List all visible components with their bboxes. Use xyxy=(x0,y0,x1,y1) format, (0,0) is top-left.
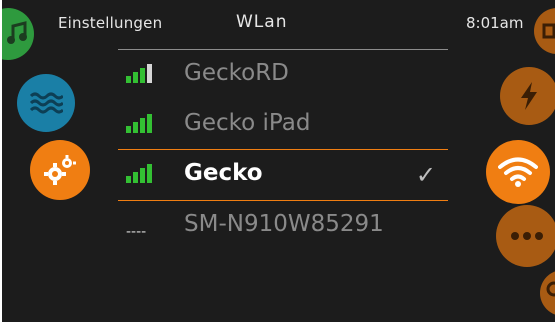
network-ssid: GeckoRD xyxy=(184,60,289,86)
wifi-nav-button[interactable] xyxy=(486,140,550,204)
wifi-icon xyxy=(498,157,538,187)
more-nav-button[interactable] xyxy=(496,205,558,267)
list-divider xyxy=(118,49,448,50)
settings-nav-button[interactable] xyxy=(30,140,90,200)
network-ssid: SM-N910W85291 xyxy=(184,211,384,237)
network-ssid: Gecko iPad xyxy=(184,110,311,136)
settings-breadcrumb[interactable]: Einstellungen xyxy=(58,14,162,32)
music-nav-button[interactable] xyxy=(0,8,34,60)
network-ssid: Gecko xyxy=(184,160,263,186)
selected-row-top-border xyxy=(118,149,448,150)
gears-icon xyxy=(44,155,76,185)
no-signal-indicator: ---- xyxy=(126,224,147,240)
selected-row-bottom-border xyxy=(118,200,448,201)
clock: 8:01am xyxy=(466,14,524,32)
signal-strength-icon xyxy=(126,64,152,83)
network-row-geckord[interactable]: GeckoRD xyxy=(118,51,448,99)
frame-edge-left xyxy=(0,0,2,322)
water-nav-button[interactable] xyxy=(17,74,75,132)
wlan-settings-screen: Einstellungen WLan 8:01am GeckoRD Gecko … xyxy=(0,0,558,322)
music-icon xyxy=(7,21,27,44)
page-title: WLan xyxy=(236,12,288,32)
network-row-sm-n910w85291[interactable]: ---- SM-N910W85291 xyxy=(118,202,448,250)
more-dots-icon xyxy=(511,232,543,240)
connected-check-icon: ✓ xyxy=(415,161,436,189)
network-row-gecko-ipad[interactable]: Gecko iPad xyxy=(118,101,448,149)
signal-strength-icon xyxy=(126,164,152,183)
network-row-gecko[interactable]: Gecko ✓ xyxy=(118,151,448,199)
power-nav-button[interactable] xyxy=(500,67,558,125)
lightning-bolt-icon xyxy=(521,82,537,110)
signal-strength-icon xyxy=(126,114,152,133)
water-waves-icon xyxy=(29,92,63,114)
